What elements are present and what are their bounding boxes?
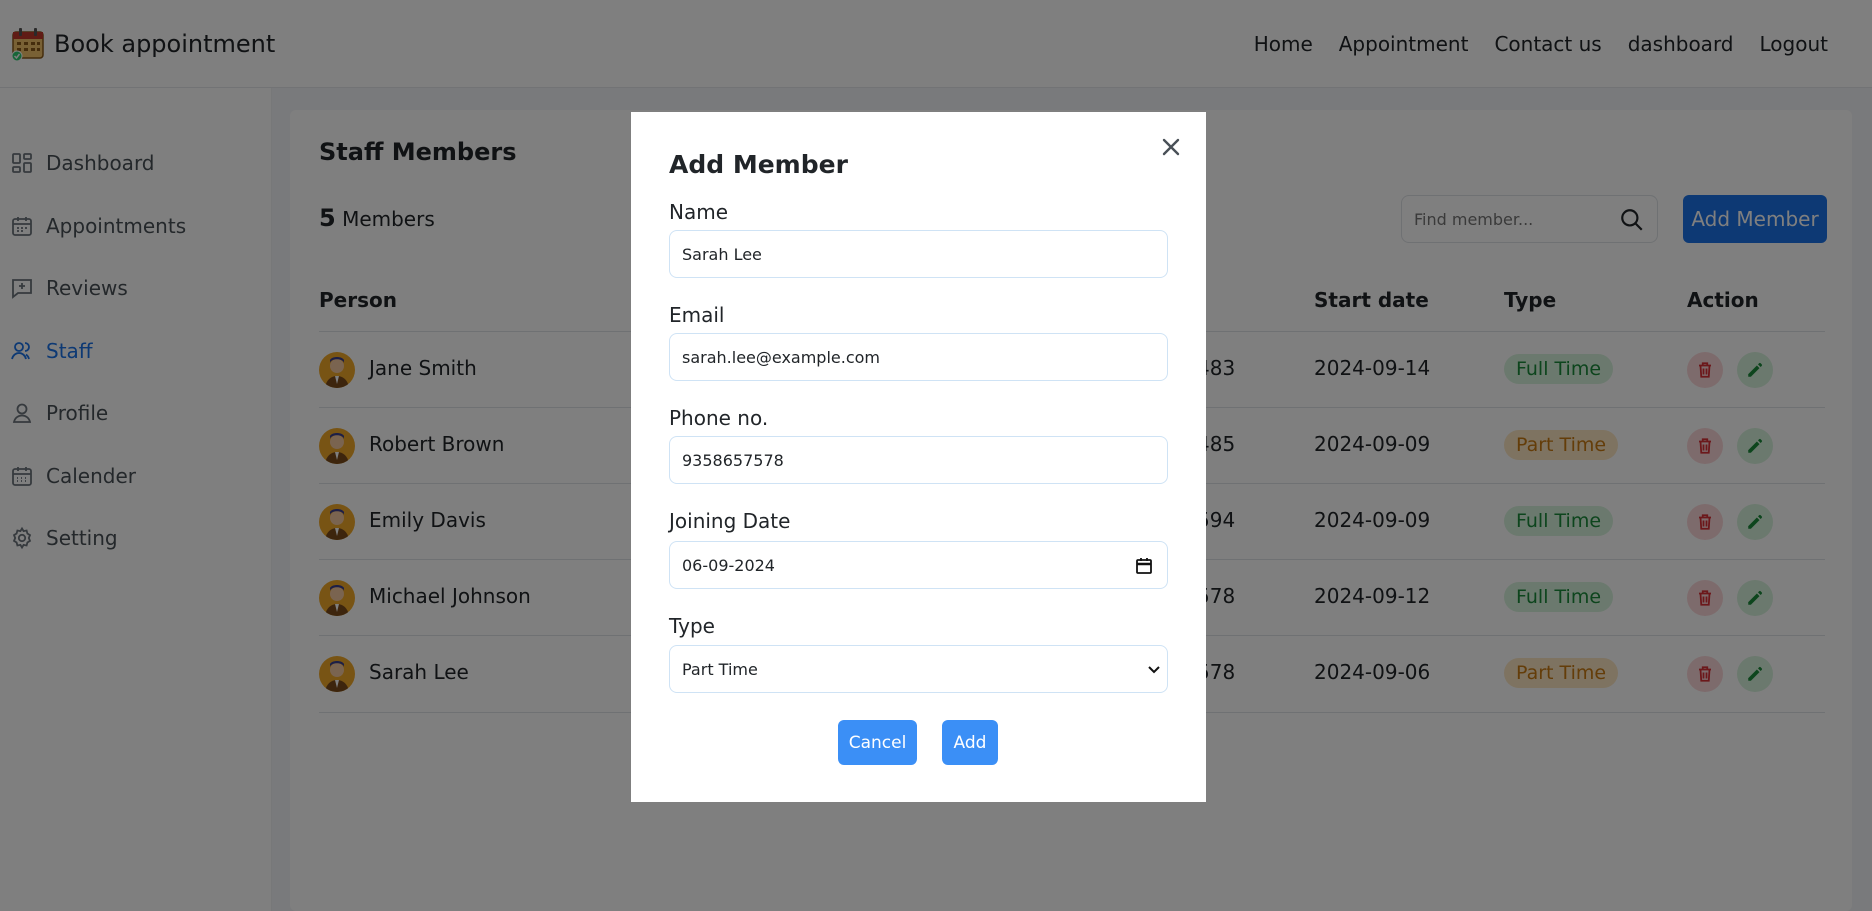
add-member-modal: Add Member Name Email Phone no. Joining …: [631, 112, 1206, 802]
close-button[interactable]: [1156, 132, 1186, 162]
joining-date-field[interactable]: 06-09-2024: [669, 541, 1168, 589]
email-field[interactable]: [669, 333, 1168, 381]
email-input[interactable]: [682, 347, 1155, 367]
phone-field[interactable]: [669, 436, 1168, 484]
type-select[interactable]: Part Time: [669, 645, 1168, 693]
phone-label: Phone no.: [669, 406, 769, 430]
add-button[interactable]: Add: [942, 720, 998, 765]
email-label: Email: [669, 303, 725, 327]
phone-input[interactable]: [682, 450, 1155, 470]
joining-date-value: 06-09-2024: [682, 555, 775, 575]
modal-title: Add Member: [669, 150, 848, 179]
type-label: Type: [669, 614, 715, 638]
name-label: Name: [669, 200, 729, 224]
close-icon: [1162, 138, 1180, 156]
name-field[interactable]: [669, 230, 1168, 278]
chevron-down-icon: [1148, 666, 1160, 674]
calendar-picker-icon[interactable]: [1135, 557, 1153, 575]
type-selected-value: Part Time: [682, 659, 758, 679]
cancel-button[interactable]: Cancel: [838, 720, 917, 765]
name-input[interactable]: [682, 244, 1155, 264]
joining-date-label: Joining Date: [669, 509, 791, 533]
